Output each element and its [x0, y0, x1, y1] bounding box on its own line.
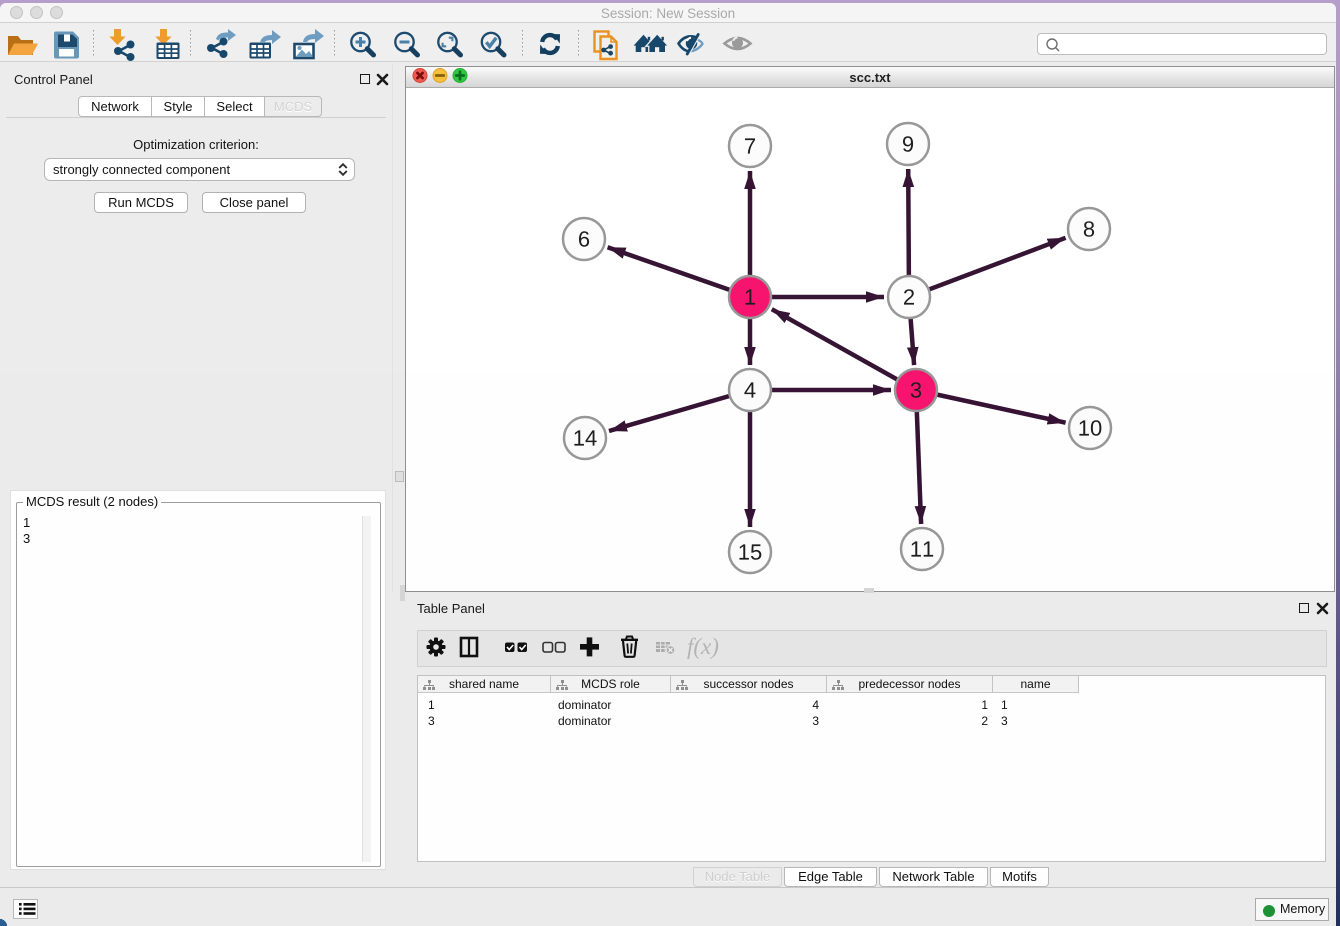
svg-text:f(x): f(x) [687, 634, 719, 659]
